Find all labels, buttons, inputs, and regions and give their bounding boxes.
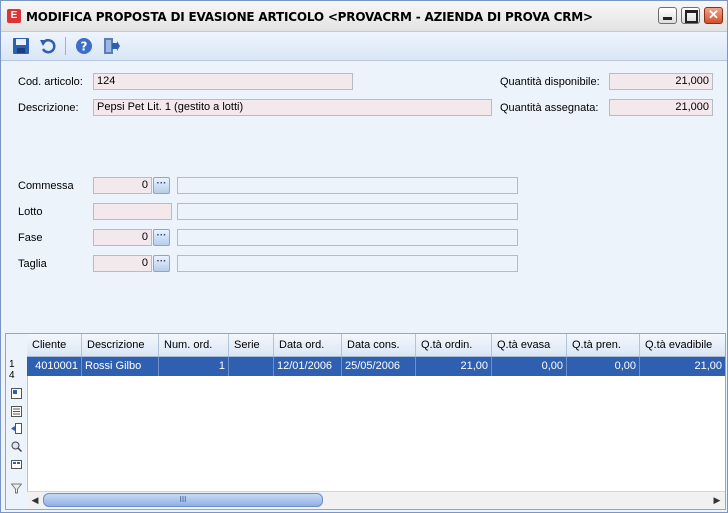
main-window: E MODIFICA PROPOSTA DI EVASIONE ARTICOLO… [0, 0, 728, 513]
search-icon[interactable] [11, 441, 22, 452]
close-button[interactable]: ✕ [704, 7, 723, 24]
maximize-button[interactable] [681, 7, 700, 24]
commessa-label: Commessa [18, 180, 74, 192]
undo-icon [40, 38, 56, 54]
cell-qta-ordin[interactable]: 21,00 [416, 357, 492, 376]
cell-qta-pren[interactable]: 0,00 [567, 357, 640, 376]
help-button[interactable]: ? [74, 36, 94, 56]
scroll-right-icon[interactable]: ▶ [710, 493, 724, 507]
lotto-field[interactable] [93, 203, 172, 220]
column-header-data-cons[interactable]: Data cons. [342, 334, 416, 356]
cell-qta-evasa[interactable]: 0,00 [492, 357, 567, 376]
taglia-lookup-button[interactable]: ··· [153, 255, 170, 272]
quantita-assegnata-field[interactable]: 21,000 [609, 99, 713, 116]
taglia-description-field[interactable] [177, 255, 518, 272]
save-icon [13, 38, 29, 54]
app-icon: E [7, 9, 21, 23]
fase-label: Fase [18, 232, 43, 244]
exit-button[interactable] [101, 36, 121, 56]
list-icon[interactable] [11, 406, 22, 417]
save-button[interactable] [11, 36, 31, 56]
title-bar[interactable]: E MODIFICA PROPOSTA DI EVASIONE ARTICOLO… [1, 1, 727, 32]
exit-icon [104, 38, 120, 54]
column-header-cliente[interactable]: Cliente [27, 334, 82, 356]
column-header-qta-ordin[interactable]: Q.tà ordin. [416, 334, 492, 356]
quantita-assegnata-label: Quantità assegnata: [500, 102, 599, 114]
lotto-label: Lotto [18, 206, 43, 218]
column-header-qta-evadibile[interactable]: Q.tà evadibile [640, 334, 725, 356]
cell-serie[interactable] [229, 357, 274, 376]
quantita-disponibile-field[interactable]: 21,000 [609, 73, 713, 90]
row-counter-top: 1 [9, 359, 15, 370]
insert-row-icon[interactable] [11, 423, 22, 434]
row-counter-bottom: 4 [9, 370, 15, 381]
commessa-lookup-button[interactable]: ··· [153, 177, 170, 194]
descrizione-field[interactable]: Pepsi Pet Lit. 1 (gestito a lotti) [93, 99, 492, 116]
toolbar-separator [65, 37, 66, 55]
window-title: MODIFICA PROPOSTA DI EVASIONE ARTICOLO <… [26, 10, 593, 24]
form-area: Cod. articolo: 124 Descrizione: Pepsi Pe… [1, 61, 727, 331]
column-header-descrizione[interactable]: Descrizione [82, 334, 159, 356]
commessa-description-field[interactable] [177, 177, 518, 194]
cell-cliente[interactable]: 4010001 [27, 357, 82, 376]
grid-side-toolbar: 1 4 [6, 334, 28, 509]
table-row[interactable]: 4010001 Rossi Gilbo 1 12/01/2006 25/05/2… [27, 357, 725, 376]
cell-data-cons[interactable]: 25/05/2006 [342, 357, 416, 376]
taglia-field[interactable]: 0 [93, 255, 152, 272]
scrollbar-grip: III [179, 495, 187, 504]
filter-icon[interactable] [11, 483, 22, 494]
fase-field[interactable]: 0 [93, 229, 152, 246]
column-header-data-ord[interactable]: Data ord. [274, 334, 342, 356]
maximize-icon [685, 10, 698, 23]
scrollbar-thumb[interactable]: III [43, 493, 323, 507]
cell-qta-evadibile[interactable]: 21,00 [640, 357, 725, 376]
grid-header: Cliente Descrizione Num. ord. Serie Data… [27, 334, 725, 357]
toolbar: ? [1, 32, 727, 61]
cell-descrizione[interactable]: Rossi Gilbo [82, 357, 159, 376]
cod-articolo-label: Cod. articolo: [18, 76, 83, 88]
taglia-label: Taglia [18, 258, 47, 270]
undo-button[interactable] [38, 36, 58, 56]
column-header-num-ord[interactable]: Num. ord. [159, 334, 229, 356]
column-header-qta-evasa[interactable]: Q.tà evasa [492, 334, 567, 356]
expand-icon[interactable] [11, 388, 22, 399]
commessa-field[interactable]: 0 [93, 177, 152, 194]
fase-description-field[interactable] [177, 229, 518, 246]
quantita-disponibile-label: Quantità disponibile: [500, 76, 600, 88]
lotto-description-field[interactable] [177, 203, 518, 220]
horizontal-scrollbar[interactable]: ◀ III ▶ [27, 491, 725, 509]
fase-lookup-button[interactable]: ··· [153, 229, 170, 246]
descrizione-label: Descrizione: [18, 102, 79, 114]
cell-data-ord[interactable]: 12/01/2006 [274, 357, 342, 376]
column-header-serie[interactable]: Serie [229, 334, 274, 356]
svg-text:?: ? [81, 40, 88, 54]
column-header-qta-pren[interactable]: Q.tà pren. [567, 334, 640, 356]
orders-grid[interactable]: 1 4 Cliente Descrizione Num. ord. Serie … [5, 333, 726, 510]
cell-num-ord[interactable]: 1 [159, 357, 229, 376]
help-icon: ? [76, 38, 92, 54]
minimize-icon [663, 17, 672, 20]
grid-options-icon[interactable] [11, 459, 22, 470]
close-icon: ✕ [708, 7, 719, 22]
scroll-left-icon[interactable]: ◀ [28, 493, 42, 507]
minimize-button[interactable] [658, 7, 677, 24]
cod-articolo-field[interactable]: 124 [93, 73, 353, 90]
